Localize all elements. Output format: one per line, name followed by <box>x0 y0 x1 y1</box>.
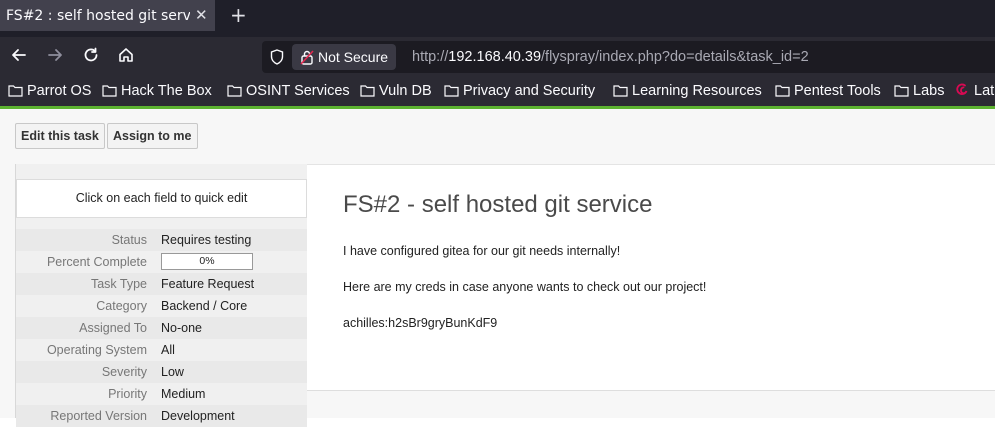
debian-swirl-icon <box>956 83 968 95</box>
bookmark-folder-labs[interactable]: Labs <box>894 77 944 106</box>
property-value: Requires testing <box>161 233 252 247</box>
insecure-lock-icon <box>300 50 314 65</box>
flyspray-page: Edit this task Assign to me Click on eac… <box>0 109 995 427</box>
bookmarks-toolbar: Parrot OS Hack The Box OSINT Services Vu… <box>0 77 995 106</box>
property-reported-version[interactable]: Reported Version Development <box>16 405 307 427</box>
bookmark-debian-link[interactable]: Lat <box>955 77 994 106</box>
property-value: Medium <box>161 387 206 401</box>
property-label: Task Type <box>90 277 147 291</box>
url-text[interactable]: http://192.168.40.39/flyspray/index.php?… <box>412 41 809 73</box>
property-category[interactable]: Category Backend / Core <box>16 295 307 317</box>
task-title: FS#2 - self hosted git service <box>343 191 653 218</box>
progress-text: 0% <box>199 255 215 267</box>
address-bar[interactable]: Not Secure http://192.168.40.39/flyspray… <box>262 41 995 73</box>
property-value: Feature Request <box>161 277 255 291</box>
bookmark-label: Pentest Tools <box>794 83 881 99</box>
browser-tab-active[interactable]: FS#2 : self hosted git service ✕ <box>0 0 215 31</box>
security-label: Not Secure <box>318 49 389 65</box>
task-description-line: Here are my creds in case anyone wants t… <box>343 280 707 294</box>
folder-icon <box>444 85 459 97</box>
folder-icon <box>775 85 790 97</box>
bookmark-label: Learning Resources <box>632 83 762 99</box>
not-secure-indicator[interactable]: Not Secure <box>292 44 397 70</box>
url-host: 192.168.40.39 <box>448 49 542 65</box>
bookmark-label: Lat <box>974 83 995 99</box>
back-arrow-icon[interactable] <box>8 46 30 68</box>
task-credentials: achilles:h2sBr9gryBunKdF9 <box>343 316 498 330</box>
task-details: FS#2 - self hosted git service I have co… <box>307 164 995 391</box>
bookmark-label: Hack The Box <box>121 83 212 99</box>
property-severity[interactable]: Severity Low <box>16 361 307 383</box>
bookmark-label: Labs <box>913 83 945 99</box>
property-label: Assigned To <box>79 321 147 335</box>
property-label: Status <box>111 233 147 247</box>
folder-icon <box>360 85 375 97</box>
folder-icon <box>102 85 117 97</box>
folder-icon <box>227 85 242 97</box>
bookmark-label: OSINT Services <box>246 83 350 99</box>
home-icon[interactable] <box>115 46 137 68</box>
folder-icon <box>894 85 909 97</box>
folder-icon <box>8 85 23 97</box>
property-task-type[interactable]: Task Type Feature Request <box>16 273 307 295</box>
property-label: Category <box>96 299 147 313</box>
bookmark-folder-hack-the-box[interactable]: Hack The Box <box>102 77 212 106</box>
quick-edit-hint: Click on each field to quick edit <box>16 179 307 218</box>
bookmark-label: Vuln DB <box>379 83 432 99</box>
assign-to-me-button[interactable]: Assign to me <box>107 123 198 149</box>
bookmark-folder-parrot-os[interactable]: Parrot OS <box>8 77 91 106</box>
shield-icon[interactable] <box>270 49 284 65</box>
bookmark-folder-pentest-tools[interactable]: Pentest Tools <box>775 77 881 106</box>
property-status[interactable]: Status Requires testing <box>16 229 307 251</box>
url-prefix: http:// <box>412 49 449 65</box>
folder-icon <box>613 85 628 97</box>
property-percent-complete[interactable]: Percent Complete 0% <box>16 251 307 273</box>
bookmark-folder-learning-resources[interactable]: Learning Resources <box>613 77 762 106</box>
property-value: Development <box>161 409 235 423</box>
bookmark-label: Parrot OS <box>27 83 92 99</box>
property-value: No-one <box>161 321 202 335</box>
task-description-line: I have configured gitea for our git need… <box>343 244 621 258</box>
progress-bar: 0% <box>161 253 253 270</box>
bookmark-folder-vuln-db[interactable]: Vuln DB <box>360 77 432 106</box>
property-value: Backend / Core <box>161 299 248 313</box>
edit-task-button[interactable]: Edit this task <box>15 123 105 149</box>
new-tab-button[interactable]: + <box>230 3 247 27</box>
task-properties-panel: Click on each field to quick edit Status… <box>15 164 307 427</box>
property-value: Low <box>161 365 184 379</box>
property-label: Severity <box>101 365 147 379</box>
close-tab-icon[interactable]: ✕ <box>195 5 208 25</box>
bookmark-folder-privacy-and-security[interactable]: Privacy and Security <box>444 77 595 106</box>
navigation-toolbar: Not Secure http://192.168.40.39/flyspray… <box>0 37 995 77</box>
bookmark-label: Privacy and Security <box>463 83 596 99</box>
property-label: Reported Version <box>50 409 147 423</box>
forward-arrow-icon[interactable] <box>44 46 66 68</box>
property-label: Percent Complete <box>46 255 147 269</box>
property-operating-system[interactable]: Operating System All <box>16 339 307 361</box>
property-priority[interactable]: Priority Medium <box>16 383 307 405</box>
reload-icon[interactable] <box>80 46 102 68</box>
bookmark-folder-osint-services[interactable]: OSINT Services <box>227 77 350 106</box>
tab-strip: FS#2 : self hosted git service ✕ + <box>0 0 995 37</box>
property-assigned-to[interactable]: Assigned To No-one <box>16 317 307 339</box>
url-path: /flyspray/index.php?do=details&task_id=2 <box>541 49 809 65</box>
property-label: Priority <box>108 387 147 401</box>
tab-title: FS#2 : self hosted git service <box>6 8 190 24</box>
property-label: Operating System <box>46 343 147 357</box>
property-value: All <box>161 343 175 357</box>
